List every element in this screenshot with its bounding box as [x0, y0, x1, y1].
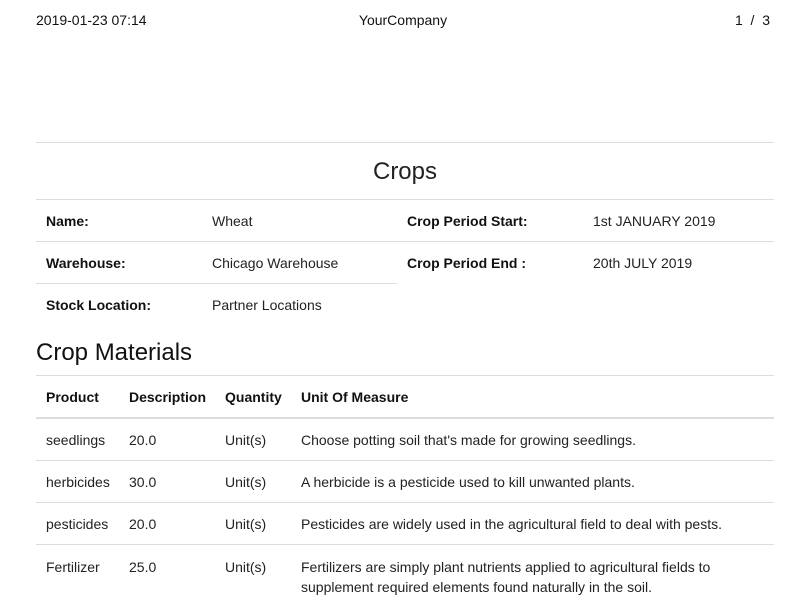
- empty-cell: [583, 284, 774, 326]
- period-start-label: Crop Period Start:: [397, 199, 583, 242]
- title-bar: Crops: [36, 142, 774, 199]
- period-end-value: 20th JULY 2019: [583, 241, 774, 284]
- page-header: 2019-01-23 07:14 YourCompany 1 / 3: [36, 12, 770, 30]
- crop-materials-table: Product Description Quantity Unit Of Mea…: [36, 375, 774, 598]
- page-separator: /: [750, 12, 755, 28]
- report-body: Crops Name: Wheat Crop Period Start: 1st…: [36, 142, 774, 598]
- info-row: Name: Wheat Crop Period Start: 1st JANUA…: [36, 199, 774, 242]
- product-cell: seedlings: [36, 417, 119, 461]
- quantity-cell: Unit(s): [215, 502, 291, 545]
- column-header-product: Product: [36, 375, 119, 419]
- unit-cell: Fertilizers are simply plant nutrients a…: [291, 544, 774, 598]
- quantity-cell: Unit(s): [215, 417, 291, 461]
- company-name: YourCompany: [358, 12, 448, 28]
- page-title: Crops: [372, 158, 438, 185]
- stock-location-label: Stock Location:: [36, 283, 202, 325]
- product-cell: Fertilizer: [36, 544, 119, 598]
- description-cell: 30.0: [119, 460, 215, 503]
- table-row: Fertilizer 25.0 Unit(s) Fertilizers are …: [36, 544, 774, 598]
- description-cell: 25.0: [119, 544, 215, 598]
- empty-cell: [397, 284, 583, 326]
- name-label: Name:: [36, 199, 202, 242]
- column-header-quantity: Quantity: [215, 375, 291, 419]
- period-end-label: Crop Period End :: [397, 241, 583, 284]
- unit-cell: Pesticides are widely used in the agricu…: [291, 502, 774, 545]
- unit-cell: Choose potting soil that's made for grow…: [291, 417, 774, 461]
- name-value: Wheat: [202, 199, 397, 242]
- info-row: Warehouse: Chicago Warehouse Crop Period…: [36, 241, 774, 284]
- page-total: 3: [762, 12, 770, 28]
- crop-info-table: Name: Wheat Crop Period Start: 1st JANUA…: [36, 199, 774, 325]
- unit-cell: A herbicide is a pesticide used to kill …: [291, 460, 774, 503]
- info-row: Stock Location: Partner Locations: [36, 283, 774, 326]
- column-header-unit: Unit Of Measure: [291, 375, 774, 419]
- warehouse-value: Chicago Warehouse: [202, 241, 397, 284]
- period-start-value: 1st JANUARY 2019: [583, 199, 774, 242]
- description-cell: 20.0: [119, 502, 215, 545]
- stock-location-value: Partner Locations: [202, 283, 397, 325]
- page-current: 1: [734, 12, 743, 28]
- table-row: seedlings 20.0 Unit(s) Choose potting so…: [36, 417, 774, 461]
- description-cell: 20.0: [119, 417, 215, 461]
- product-cell: herbicides: [36, 460, 119, 503]
- table-row: pesticides 20.0 Unit(s) Pesticides are w…: [36, 502, 774, 545]
- column-header-description: Description: [119, 375, 215, 419]
- table-row: herbicides 30.0 Unit(s) A herbicide is a…: [36, 460, 774, 503]
- page-counter: 1 / 3: [735, 12, 770, 28]
- quantity-cell: Unit(s): [215, 460, 291, 503]
- product-cell: pesticides: [36, 502, 119, 545]
- quantity-cell: Unit(s): [215, 544, 291, 598]
- warehouse-label: Warehouse:: [36, 241, 202, 284]
- section-title: Crop Materials: [36, 339, 193, 366]
- table-header-row: Product Description Quantity Unit Of Mea…: [36, 375, 774, 419]
